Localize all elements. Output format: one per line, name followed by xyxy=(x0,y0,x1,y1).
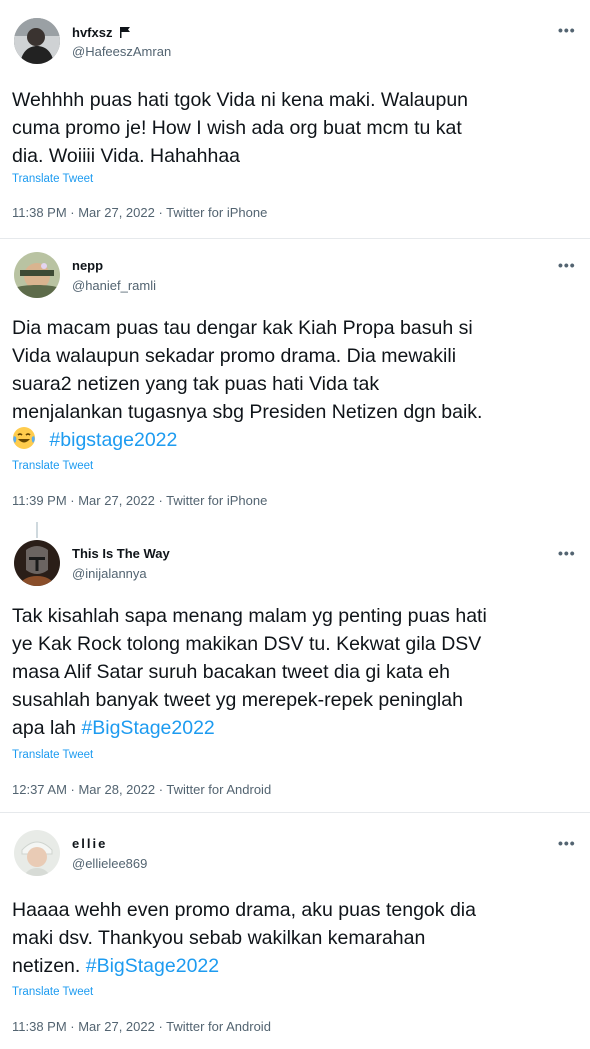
username[interactable]: @inijalannya xyxy=(72,566,147,581)
tweet-text-line: Haaaa wehh even promo drama, aku puas te… xyxy=(12,899,476,921)
tweet-text: Tak kisahlah sapa menang malam yg pentin… xyxy=(12,602,582,742)
tweet-timestamp[interactable]: 11:38 PM · Mar 27, 2022 · Twitter for An… xyxy=(12,1019,271,1034)
display-name[interactable]: nepp xyxy=(72,258,103,273)
tweet-text: Dia macam puas tau dengar kak Kiah Propa… xyxy=(12,314,582,454)
tweet-text-line: Tak kisahlah sapa menang malam yg pentin… xyxy=(12,605,487,627)
display-name[interactable]: ellie xyxy=(72,836,107,851)
tweet-1[interactable]: hvfxsz @HafeeszAmran ••• Wehhhh puas hat… xyxy=(0,0,590,232)
tweet-text: Wehhhh puas hati tgok Vida ni kena maki.… xyxy=(12,86,582,170)
more-horizontal-icon[interactable]: ••• xyxy=(558,22,576,38)
tweet-text-line: ye Kak Rock tolong makikan DSV tu. Kekwa… xyxy=(12,633,482,655)
translate-tweet-link[interactable]: Translate Tweet xyxy=(12,173,93,185)
tweet-timestamp[interactable]: 12:37 AM · Mar 28, 2022 · Twitter for An… xyxy=(12,782,271,797)
tweet-text-line: maki dsv. Thankyou sebab wakilkan kemara… xyxy=(12,927,426,949)
display-name[interactable]: hvfxsz xyxy=(72,25,131,40)
avatar[interactable] xyxy=(14,830,60,876)
avatar[interactable] xyxy=(14,18,60,64)
tweet-timestamp[interactable]: 11:38 PM · Mar 27, 2022 · Twitter for iP… xyxy=(12,205,267,220)
divider xyxy=(0,812,590,813)
tweet-text-line: #bigstage2022 xyxy=(12,426,582,454)
hashtag-link[interactable]: #BigStage2022 xyxy=(81,717,214,739)
more-horizontal-icon[interactable]: ••• xyxy=(558,257,576,273)
tweet-text-line: masa Alif Satar suruh bacakan tweet dia … xyxy=(12,661,450,683)
tweet-2[interactable]: nepp @hanief_ramli ••• Dia macam puas ta… xyxy=(0,240,590,520)
avatar-photo xyxy=(14,830,60,876)
divider xyxy=(0,238,590,239)
tweet-text-line: susahlah banyak tweet yg merepek-repek p… xyxy=(12,689,463,711)
flag-icon xyxy=(120,27,131,38)
tweet-text-line: netizen. #BigStage2022 xyxy=(12,955,220,977)
translate-tweet-link[interactable]: Translate Tweet xyxy=(12,460,93,472)
more-horizontal-icon[interactable]: ••• xyxy=(558,835,576,851)
face-with-tears-of-joy-emoji xyxy=(13,427,35,449)
tweet-text: Haaaa wehh even promo drama, aku puas te… xyxy=(12,896,582,980)
translate-tweet-link[interactable]: Translate Tweet xyxy=(12,749,93,761)
hashtag-link[interactable]: #bigstage2022 xyxy=(49,429,177,451)
more-horizontal-icon[interactable]: ••• xyxy=(558,545,576,561)
avatar-photo xyxy=(14,540,60,586)
avatar-photo xyxy=(14,18,60,64)
username[interactable]: @HafeeszAmran xyxy=(72,44,171,59)
display-name[interactable]: This Is The Way xyxy=(72,546,170,561)
tweet-4[interactable]: ellie @ellielee869 ••• Haaaa wehh even p… xyxy=(0,814,590,1049)
translate-tweet-link[interactable]: Translate Tweet xyxy=(12,986,93,998)
username[interactable]: @hanief_ramli xyxy=(72,278,156,293)
avatar[interactable] xyxy=(14,252,60,298)
tweet-text-line: Vida walaupun sekadar promo drama. Dia m… xyxy=(12,345,457,367)
avatar[interactable] xyxy=(14,540,60,586)
tweet-3[interactable]: This Is The Way @inijalannya ••• Tak kis… xyxy=(0,540,590,810)
tweet-text-line: Dia macam puas tau dengar kak Kiah Propa… xyxy=(12,317,473,339)
username[interactable]: @ellielee869 xyxy=(72,856,147,871)
tweet-text-line: dia. Woiiii Vida. Hahahhaa xyxy=(12,145,241,167)
hashtag-link[interactable]: #BigStage2022 xyxy=(86,955,219,977)
tweet-text-line: suara2 netizen yang tak puas hati Vida t… xyxy=(12,373,380,395)
tweet-text-line: cuma promo je! How I wish ada org buat m… xyxy=(12,117,462,139)
tweet-timestamp[interactable]: 11:39 PM · Mar 27, 2022 · Twitter for iP… xyxy=(12,493,267,508)
thread-connector xyxy=(36,522,38,538)
avatar-photo xyxy=(14,252,60,298)
tweet-text-line: menjalankan tugasnya sbg Presiden Netize… xyxy=(12,401,483,423)
tweet-text-line: Wehhhh puas hati tgok Vida ni kena maki.… xyxy=(12,89,469,111)
tweet-text-line: apa lah #BigStage2022 xyxy=(12,717,215,739)
